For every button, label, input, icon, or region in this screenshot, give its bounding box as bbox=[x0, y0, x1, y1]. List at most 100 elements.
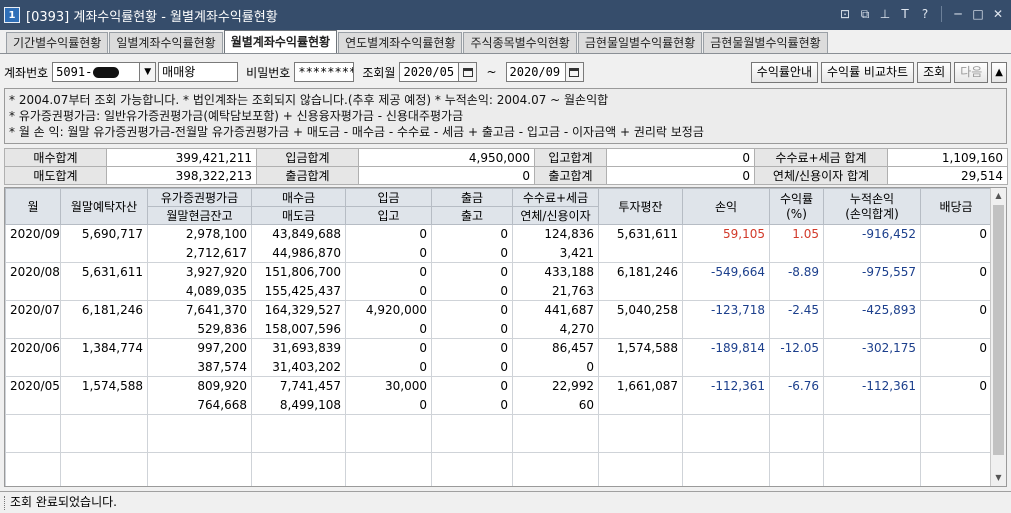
header-cash-out[interactable]: 출금 bbox=[431, 188, 513, 207]
tab-monthly-return[interactable]: 월별계좌수익률현황 bbox=[223, 30, 338, 53]
summary-label: 매수합계 bbox=[4, 148, 107, 167]
account-combo[interactable]: 5091- ▼ bbox=[52, 62, 157, 82]
cell-cash-balance: 2,712,617 bbox=[147, 243, 252, 263]
return-guide-button[interactable]: 수익률안내 bbox=[750, 61, 818, 83]
cell-empty bbox=[60, 395, 148, 415]
header-profit-loss[interactable]: 손익 bbox=[682, 188, 770, 225]
vertical-scrollbar[interactable]: ▲ ▼ bbox=[990, 188, 1006, 486]
summary-table: 매수합계 399,421,211 입금합계 4,950,000 입고합계 0 수… bbox=[4, 148, 1008, 185]
cell-empty bbox=[682, 319, 770, 339]
close-icon[interactable]: ✕ bbox=[991, 6, 1005, 22]
calendar-icon[interactable] bbox=[565, 62, 584, 82]
search-button[interactable]: 조회 bbox=[917, 61, 952, 83]
account-number-input[interactable]: 5091- bbox=[52, 62, 141, 82]
help-icon[interactable]: ? bbox=[918, 6, 932, 22]
cell-interest: 21,763 bbox=[512, 281, 599, 301]
cell-empty bbox=[5, 357, 61, 377]
tab-gold-daily-return[interactable]: 금현물일별수익률현황 bbox=[577, 32, 703, 53]
table-row[interactable]: 387,574 31,403,202 0 0 0 bbox=[5, 357, 992, 377]
table-row[interactable]: 2020/07 6,181,246 7,641,370 164,329,527 4,92… bbox=[5, 300, 992, 320]
header-buy-amount[interactable]: 매수금 bbox=[251, 188, 346, 207]
password-label: 비밀번호 bbox=[246, 65, 291, 80]
cell-return-rate: -2.45 bbox=[769, 300, 824, 320]
cell-empty bbox=[5, 414, 61, 434]
monthly-return-grid[interactable]: 월 월말예탁자산 유가증권평가금 매수금 입금 출금 수수료+세금 투자평잔 손… bbox=[4, 187, 1007, 487]
cell-empty bbox=[512, 414, 599, 434]
cell-interest: 0 bbox=[512, 357, 599, 377]
copy-window-icon[interactable]: ⧉ bbox=[858, 6, 872, 22]
link-window-icon[interactable]: ⊡ bbox=[838, 6, 852, 22]
table-row[interactable]: 2020/06 1,384,774 997,200 31,693,839 0 0 86,45… bbox=[5, 338, 992, 358]
collapse-up-button[interactable]: ▲ bbox=[991, 61, 1007, 83]
cell-interest: 4,270 bbox=[512, 319, 599, 339]
scroll-up-icon[interactable]: ▲ bbox=[991, 188, 1006, 204]
calendar-icon[interactable] bbox=[459, 62, 478, 82]
scroll-thumb[interactable] bbox=[993, 205, 1004, 455]
header-cash-in[interactable]: 입금 bbox=[345, 188, 432, 207]
header-return-rate[interactable]: 수익률 (%) bbox=[769, 188, 824, 225]
cell-empty bbox=[598, 395, 683, 415]
cell-empty bbox=[682, 243, 770, 263]
cell-empty bbox=[823, 319, 921, 339]
cell-buy-amount: 43,849,688 bbox=[251, 224, 346, 244]
tab-period-return[interactable]: 기간별수익률현황 bbox=[6, 32, 109, 53]
table-row[interactable]: 4,089,035 155,425,437 0 0 21,763 bbox=[5, 281, 992, 301]
header-stock-out[interactable]: 출고 bbox=[431, 206, 513, 225]
empty-row bbox=[5, 414, 992, 434]
cell-empty bbox=[823, 433, 921, 453]
font-size-icon[interactable]: T bbox=[898, 6, 912, 22]
header-dividend[interactable]: 배당금 bbox=[920, 188, 992, 225]
header-securities-value[interactable]: 유가증권평가금 bbox=[147, 188, 252, 207]
table-row[interactable]: 764,668 8,499,108 0 0 60 bbox=[5, 395, 992, 415]
cell-deposit-assets: 6,181,246 bbox=[60, 300, 148, 320]
table-row[interactable]: 529,836 158,007,596 0 0 4,270 bbox=[5, 319, 992, 339]
tab-daily-return[interactable]: 일별계좌수익률현황 bbox=[109, 32, 223, 53]
password-input[interactable]: ******** bbox=[294, 62, 355, 82]
tab-gold-monthly-return[interactable]: 금현물월별수익률현황 bbox=[703, 32, 828, 53]
header-month[interactable]: 월 bbox=[5, 188, 61, 225]
table-row[interactable]: 2,712,617 44,986,870 0 0 3,421 bbox=[5, 243, 992, 263]
tab-stock-return[interactable]: 주식종목별수익현황 bbox=[463, 32, 577, 53]
maximize-icon[interactable]: □ bbox=[971, 6, 985, 22]
header-cumulative-pl[interactable]: 누적손익 (손익합계) bbox=[823, 188, 921, 225]
cell-empty bbox=[920, 471, 992, 486]
compare-chart-button[interactable]: 수익률 비교차트 bbox=[821, 61, 915, 83]
cell-fee-tax: 441,687 bbox=[512, 300, 599, 320]
header-interest[interactable]: 연체/신용이자 bbox=[512, 206, 599, 225]
cell-empty bbox=[431, 452, 513, 472]
cell-empty bbox=[345, 452, 432, 472]
cell-empty bbox=[512, 452, 599, 472]
next-button[interactable]: 다음 bbox=[954, 61, 989, 83]
from-month-input[interactable]: 2020/05 bbox=[399, 62, 460, 82]
to-month-input[interactable]: 2020/09 bbox=[505, 62, 566, 82]
cell-stock-in: 0 bbox=[345, 281, 432, 301]
scroll-down-icon[interactable]: ▼ bbox=[991, 470, 1006, 486]
cell-empty bbox=[769, 357, 824, 377]
header-stock-in[interactable]: 입고 bbox=[345, 206, 432, 225]
header-sell-amount[interactable]: 매도금 bbox=[251, 206, 346, 225]
header-deposit-assets[interactable]: 월말예탁자산 bbox=[60, 188, 148, 225]
cell-empty bbox=[920, 433, 992, 453]
chevron-down-icon[interactable]: ▼ bbox=[140, 62, 157, 82]
cell-securities-value: 997,200 bbox=[147, 338, 252, 358]
table-row[interactable]: 2020/08 5,631,611 3,927,920 151,806,700 0 0 43… bbox=[5, 262, 992, 282]
header-fee-tax[interactable]: 수수료+세금 bbox=[512, 188, 599, 207]
cell-empty bbox=[769, 414, 824, 434]
cell-sell-amount: 8,499,108 bbox=[251, 395, 346, 415]
minimize-icon[interactable]: ─ bbox=[951, 6, 965, 22]
pin-icon[interactable]: ⊥ bbox=[878, 6, 892, 22]
cell-cumulative-pl: -916,452 bbox=[823, 224, 921, 244]
cell-fee-tax: 22,992 bbox=[512, 376, 599, 396]
status-bar: 조회 완료되었습니다. bbox=[0, 491, 1011, 513]
tab-yearly-return[interactable]: 연도별계좌수익률현황 bbox=[338, 32, 463, 53]
header-avg-investment[interactable]: 투자평잔 bbox=[598, 188, 683, 225]
cell-cash-in: 0 bbox=[345, 224, 432, 244]
cell-empty bbox=[823, 281, 921, 301]
table-row[interactable]: 2020/05 1,574,588 809,920 7,741,457 30,000 0 2… bbox=[5, 376, 992, 396]
cell-cumulative-pl: -975,557 bbox=[823, 262, 921, 282]
table-row[interactable]: 2020/09 5,690,717 2,978,100 43,849,688 0 0 124… bbox=[5, 224, 992, 244]
summary-label: 출고합계 bbox=[534, 166, 607, 185]
cell-cash-in: 0 bbox=[345, 338, 432, 358]
cell-buy-amount: 164,329,527 bbox=[251, 300, 346, 320]
header-cash-balance[interactable]: 월말현금잔고 bbox=[147, 206, 252, 225]
